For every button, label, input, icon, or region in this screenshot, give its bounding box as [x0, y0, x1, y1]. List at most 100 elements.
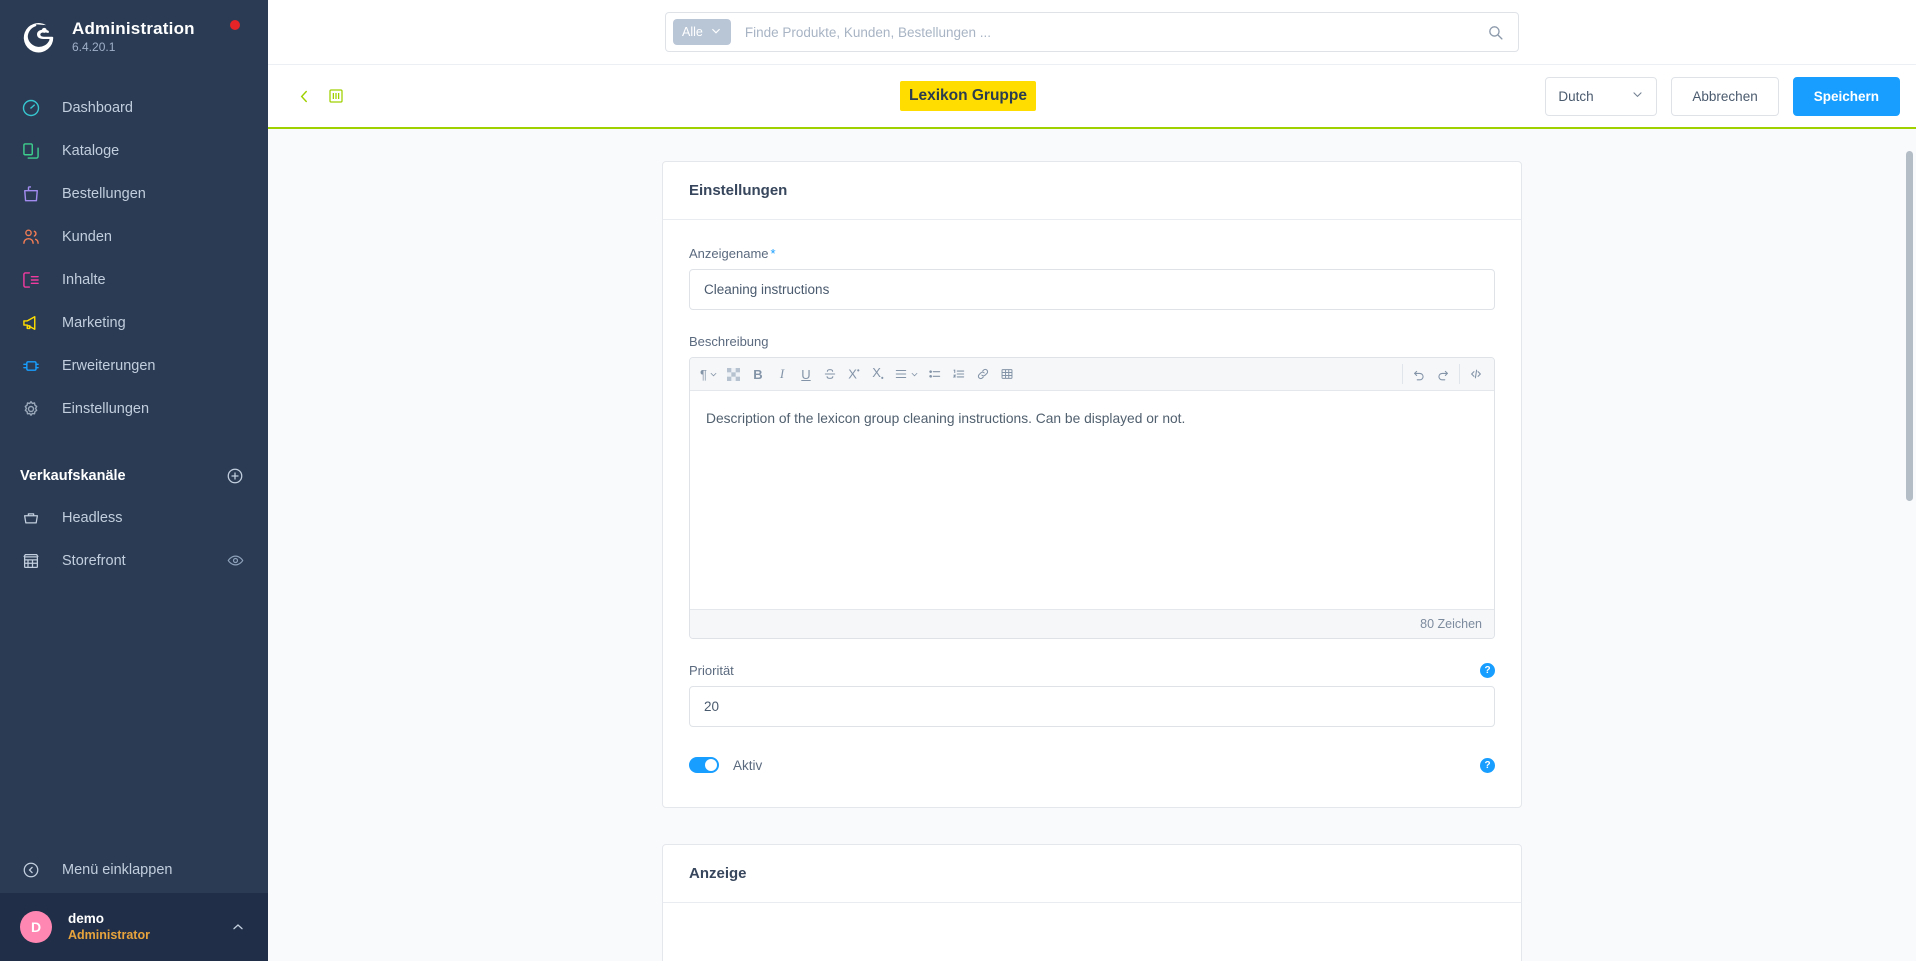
search-scope-selector[interactable]: Alle — [673, 19, 731, 45]
priority-field: Priorität ? — [689, 663, 1495, 727]
plus-circle-icon[interactable] — [226, 467, 244, 485]
content-icon — [20, 269, 42, 291]
orders-bag-icon — [20, 183, 42, 205]
notification-dot[interactable] — [230, 20, 240, 30]
priority-label: Priorität ? — [689, 663, 1495, 678]
active-toggle-label: Aktiv — [733, 757, 763, 773]
sidebar-item-label: Headless — [62, 509, 123, 526]
description-label-text: Beschreibung — [689, 334, 769, 349]
sidebar-item-label: Erweiterungen — [62, 357, 156, 374]
collapse-menu-button[interactable]: Menü einklappen — [0, 847, 268, 893]
brand-version: 6.4.20.1 — [72, 39, 116, 54]
eye-icon[interactable] — [227, 552, 244, 569]
cancel-button[interactable]: Abbrechen — [1671, 76, 1779, 116]
user-menu[interactable]: D demo Administrator — [0, 893, 268, 961]
sidebar-item-erweiterungen[interactable]: Erweiterungen — [0, 344, 268, 387]
redo-icon[interactable] — [1431, 361, 1455, 387]
basket-icon — [20, 507, 42, 529]
ordered-list-icon[interactable] — [947, 361, 971, 387]
code-view-icon[interactable] — [1464, 361, 1488, 387]
display-card-body — [663, 903, 1521, 961]
marketing-megaphone-icon — [20, 312, 42, 334]
sidebar-item-marketing[interactable]: Marketing — [0, 301, 268, 344]
sidebar-item-einstellungen[interactable]: Einstellungen — [0, 387, 268, 430]
search-icon[interactable] — [1487, 24, 1504, 41]
sidebar-item-dashboard[interactable]: Dashboard — [0, 86, 268, 129]
settings-gear-icon — [20, 398, 42, 420]
undo-icon[interactable] — [1407, 361, 1431, 387]
sidebar-item-storefront[interactable]: Storefront — [0, 539, 268, 582]
display-name-field: Anzeigename * — [689, 246, 1495, 310]
editor-content[interactable]: Description of the lexicon group cleanin… — [690, 391, 1494, 609]
help-circle-icon[interactable]: ? — [1480, 663, 1495, 678]
subscript-icon[interactable]: X• — [866, 361, 890, 387]
editor-char-count: 80 Zeichen — [690, 609, 1494, 638]
align-icon[interactable] — [890, 361, 923, 387]
bullet-list-icon[interactable] — [923, 361, 947, 387]
editor-toolbar: ¶ B I U X• X• — [690, 358, 1494, 391]
avatar: D — [20, 911, 52, 943]
superscript-icon[interactable]: X• — [842, 361, 866, 387]
text-color-icon[interactable] — [722, 361, 746, 387]
link-icon[interactable] — [971, 361, 995, 387]
active-toggle[interactable] — [689, 757, 719, 773]
content-scrollbar[interactable] — [1906, 151, 1913, 501]
rich-text-editor: ¶ B I U X• X• Description of the lexicon… — [689, 357, 1495, 639]
content-scroll-area: Einstellungen Anzeigename* Beschreibung — [268, 129, 1916, 961]
sidebar-item-inhalte[interactable]: Inhalte — [0, 258, 268, 301]
user-role: Administrator — [68, 927, 150, 942]
brand-title: Administration — [72, 19, 195, 39]
description-label: Beschreibung — [689, 334, 1495, 349]
toolbar-divider — [1459, 364, 1460, 384]
sidebar-item-headless[interactable]: Headless — [0, 496, 268, 539]
extensions-plug-icon — [20, 355, 42, 377]
italic-icon[interactable]: I — [770, 361, 794, 387]
active-toggle-row: Aktiv ? — [689, 757, 1495, 773]
strikethrough-icon[interactable] — [818, 361, 842, 387]
sidebar-item-bestellungen[interactable]: Bestellungen — [0, 172, 268, 215]
chevron-up-icon[interactable] — [230, 919, 246, 935]
dashboard-icon — [20, 97, 42, 119]
lexicon-book-icon[interactable] — [327, 87, 345, 105]
required-mark: * — [770, 246, 776, 261]
chevron-down-icon — [1631, 88, 1644, 104]
chevron-down-icon — [710, 25, 722, 40]
priority-label-text: Priorität — [689, 663, 734, 678]
language-select[interactable]: Dutch — [1545, 76, 1658, 116]
settings-card-title: Einstellungen — [663, 162, 1521, 220]
brand-header: Administration 6.4.20.1 — [0, 0, 268, 66]
catalog-icon — [20, 140, 42, 162]
sidebar-item-label: Einstellungen — [62, 400, 150, 417]
language-select-value: Dutch — [1558, 88, 1594, 104]
bold-icon[interactable]: B — [746, 361, 770, 387]
sidebar-item-label: Kunden — [62, 228, 112, 245]
main-area: Alle Finde Produkte, Kunden, Bestellunge… — [268, 0, 1916, 961]
sidebar-item-kataloge[interactable]: Kataloge — [0, 129, 268, 172]
priority-input[interactable] — [689, 686, 1495, 727]
sales-channels-header: Verkaufskanäle — [0, 456, 268, 496]
table-icon[interactable] — [995, 361, 1019, 387]
sidebar-item-kunden[interactable]: Kunden — [0, 215, 268, 258]
sidebar-item-label: Storefront — [62, 552, 126, 569]
help-circle-icon[interactable]: ? — [1480, 757, 1495, 773]
chevron-left-icon[interactable] — [296, 88, 313, 105]
paragraph-format-icon[interactable]: ¶ — [696, 361, 722, 387]
display-name-label-text: Anzeigename — [689, 246, 769, 261]
user-name: demo — [68, 910, 105, 926]
sidebar: Administration 6.4.20.1 Dashboard Katalo… — [0, 0, 268, 961]
search-input[interactable] — [730, 24, 1487, 40]
display-name-input[interactable] — [689, 269, 1495, 310]
save-button[interactable]: Speichern — [1792, 76, 1900, 116]
underline-icon[interactable]: U — [794, 361, 818, 387]
toolbar-divider — [1402, 364, 1403, 384]
description-field: Beschreibung ¶ B I U X• X• Description o… — [689, 334, 1495, 639]
display-card-title: Anzeige — [663, 845, 1521, 903]
smart-bar: Lexikon Gruppe Dutch Abbrechen Speichern — [268, 64, 1916, 129]
main-navigation: Dashboard Kataloge Bestellungen Kunden I… — [0, 86, 268, 430]
sidebar-item-label: Dashboard — [62, 99, 133, 116]
chevron-left-circle-icon — [20, 859, 42, 881]
page-title: Lexikon Gruppe — [900, 81, 1036, 111]
global-search[interactable]: Alle — [665, 12, 1519, 52]
display-card: Anzeige — [662, 844, 1522, 961]
sidebar-item-label: Inhalte — [62, 271, 106, 288]
